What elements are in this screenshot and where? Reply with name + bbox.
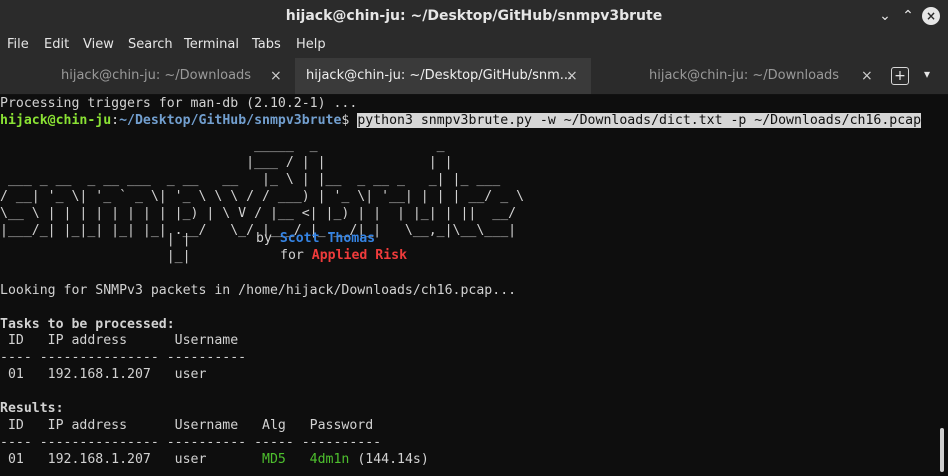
credit-company: for Applied Risk <box>280 247 407 264</box>
prompt-dollar: $ <box>341 113 358 128</box>
credit-author: by Scott Thomas <box>256 230 375 247</box>
scrollbar[interactable] <box>940 428 944 472</box>
menu-edit[interactable]: Edit <box>44 37 69 52</box>
tab-menu-icon[interactable]: ▾ <box>924 67 930 81</box>
ascii-art-line: \__ \ | | | | | | | | |_) | \ V / |__ <|… <box>0 206 517 221</box>
command-text: python3 snmpv3brute.py -w ~/Downloads/di… <box>357 113 922 128</box>
result-time: (144.14s) <box>349 452 429 467</box>
tab-downloads-2[interactable]: hijack@chin-ju: ~/Downloads × <box>591 58 881 94</box>
prompt-path: ~/Desktop/GitHub/snmpv3brute <box>119 113 342 128</box>
menu-terminal[interactable]: Terminal <box>184 37 239 52</box>
menu-help[interactable]: Help <box>296 37 326 52</box>
tab-bar: hijack@chin-ju: ~/Downloads × hijack@chi… <box>0 58 948 95</box>
tab-close-icon[interactable]: × <box>270 58 282 94</box>
prompt-line: hijack@chin-ju:~/Desktop/GitHub/snmpv3br… <box>0 112 922 129</box>
ascii-art-line: ___ _ __ _ __ ___ _ __ __ |_ \ | |__ _ _… <box>0 172 501 187</box>
credit-for: for <box>280 248 312 263</box>
tab-label: hijack@chin-ju: ~/Downloads <box>61 68 252 83</box>
tab-close-icon[interactable]: × <box>861 58 873 94</box>
menu-file[interactable]: File <box>7 37 29 52</box>
prompt-user: hijack@chin-ju <box>0 113 112 128</box>
tab-close-icon[interactable]: × <box>566 58 578 94</box>
result-alg: MD5 <box>262 452 286 467</box>
results-separator: ---- --------------- ---------- ----- --… <box>0 435 382 450</box>
ascii-art-line: | | <box>0 232 191 247</box>
close-icon[interactable]: × <box>922 7 940 25</box>
ascii-art-line: |_| <box>0 249 191 264</box>
result-password: 4dm1n <box>309 452 350 467</box>
new-tab-icon[interactable]: + <box>891 67 909 85</box>
maximize-icon[interactable]: ⌃ <box>899 7 917 25</box>
tab-snmpv3brute[interactable]: hijack@chin-ju: ~/Desktop/GitHub/snm... … <box>295 58 591 94</box>
menu-search[interactable]: Search <box>128 37 173 52</box>
ascii-art-line: / __| '_ \| '_ ` _ \| '_ \ \ \ / / ___) … <box>0 189 525 204</box>
tab-label: hijack@chin-ju: ~/Downloads <box>649 68 840 83</box>
window-title: hijack@chin-ju: ~/Desktop/GitHub/snmpv3b… <box>285 8 663 24</box>
prompt-colon: : <box>111 113 120 128</box>
output-line: Processing triggers for man-db (2.10.2-1… <box>0 96 358 111</box>
tasks-columns: ID IP address Username <box>0 333 239 348</box>
tab-downloads-1[interactable]: hijack@chin-ju: ~/Downloads × <box>0 58 295 94</box>
results-header: Results: <box>0 401 64 416</box>
credit-by: by <box>256 231 280 246</box>
terminal-output[interactable]: Processing triggers for man-db (2.10.2-1… <box>0 95 948 476</box>
result-fields: 01 192.168.1.207 user <box>0 452 263 467</box>
company-name: Applied Risk <box>311 248 408 263</box>
tab-label: hijack@chin-ju: ~/Desktop/GitHub/snm... <box>306 68 573 83</box>
menu-view[interactable]: View <box>83 37 114 52</box>
title-bar: hijack@chin-ju: ~/Desktop/GitHub/snmpv3b… <box>0 0 948 32</box>
author-name: Scott Thomas <box>279 231 376 246</box>
tasks-separator: ---- --------------- ---------- <box>0 350 247 365</box>
result-gap <box>286 452 310 467</box>
output-line: Looking for SNMPv3 packets in /home/hija… <box>0 283 517 298</box>
tasks-header: Tasks to be processed: <box>0 317 175 332</box>
minimize-icon[interactable]: ⌄ <box>876 7 894 25</box>
tasks-row: 01 192.168.1.207 user <box>0 367 207 382</box>
results-columns: ID IP address Username Alg Password <box>0 418 374 433</box>
results-row: 01 192.168.1.207 user MD5 4dm1n (144.14s… <box>0 451 429 468</box>
menu-bar: File Edit View Search Terminal Tabs Help <box>0 32 948 58</box>
ascii-art-line: _____ _ _ <box>0 138 445 153</box>
ascii-art-line: |___ / | | | | <box>0 155 453 170</box>
menu-tabs[interactable]: Tabs <box>252 37 281 52</box>
